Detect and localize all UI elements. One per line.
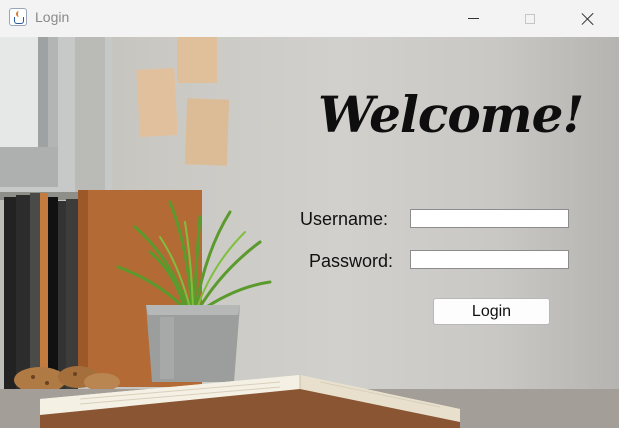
welcome-heading: Welcome! bbox=[318, 85, 584, 144]
window-title: Login bbox=[35, 9, 70, 25]
close-icon bbox=[581, 12, 595, 26]
minimize-icon bbox=[467, 18, 479, 19]
minimize-button[interactable] bbox=[445, 0, 501, 37]
title-bar[interactable]: Login bbox=[0, 0, 619, 37]
content-panel: Welcome! Username: Password: Login bbox=[0, 37, 619, 428]
password-label: Password: bbox=[309, 251, 394, 271]
close-button[interactable] bbox=[560, 0, 616, 37]
username-label: Username: bbox=[300, 209, 389, 229]
login-window: Login Welcome! Username: Password: Login bbox=[0, 0, 619, 428]
password-input[interactable] bbox=[410, 250, 569, 269]
java-app-icon bbox=[9, 8, 27, 26]
login-button[interactable]: Login bbox=[433, 298, 550, 325]
maximize-button[interactable] bbox=[502, 0, 558, 37]
maximize-icon bbox=[525, 13, 535, 24]
username-input[interactable] bbox=[410, 209, 569, 228]
